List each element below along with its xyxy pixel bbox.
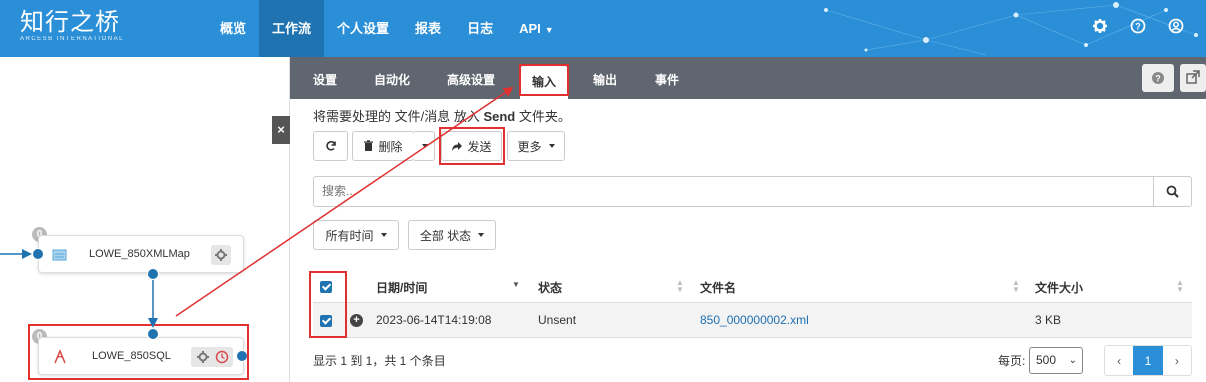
caret-down-icon — [380, 233, 387, 237]
column-header-status[interactable]: 状态 — [538, 279, 562, 296]
nav-item-overview[interactable]: 概览 — [207, 0, 259, 57]
cell-status: Unsent — [538, 313, 577, 327]
node-label: LOWE_850XMLMap — [89, 248, 190, 260]
node-settings-button[interactable] — [211, 245, 231, 265]
chevron-down-icon: ⌄ — [1068, 355, 1077, 366]
svg-text:?: ? — [1135, 22, 1141, 32]
column-header-filename[interactable]: 文件名 — [700, 279, 736, 296]
delete-button[interactable]: 删除 — [352, 131, 414, 161]
nav-item-label: 日志 — [467, 21, 494, 36]
table-summary: 显示 1 到 1，共 1 个条目 — [313, 354, 446, 368]
search-button[interactable] — [1153, 177, 1191, 206]
input-folder-hint: 将需要处理的 文件/消息 放入 Send 文件夹。 — [313, 106, 571, 125]
nav-item-label: 个人设置 — [337, 21, 390, 36]
node-output-port[interactable] — [147, 268, 159, 280]
caret-down-icon — [478, 233, 485, 237]
column-header-datetime[interactable]: 日期/时间 — [376, 279, 427, 296]
sort-icon[interactable]: ▲ ▼ — [676, 279, 684, 294]
workflow-node-xmlmap[interactable]: LOWE_850XMLMap — [38, 235, 244, 273]
caret-down-icon — [422, 144, 428, 148]
xml-map-icon — [52, 249, 67, 261]
close-panel-button[interactable]: × — [272, 116, 290, 144]
nav-item-label: 报表 — [415, 21, 442, 36]
nav-item-label: 工作流 — [272, 21, 312, 36]
cell-filesize: 3 KB — [1035, 313, 1062, 327]
expand-row-icon[interactable]: + — [350, 314, 363, 327]
delete-dropdown-toggle[interactable] — [413, 131, 435, 161]
prev-page-button[interactable]: ‹ — [1105, 346, 1133, 375]
gear-icon — [215, 249, 227, 261]
next-page-button[interactable]: › — [1163, 346, 1191, 375]
refresh-icon — [325, 141, 336, 151]
time-filter-label: 所有时间 — [325, 228, 374, 243]
status-filter-label: 全部 状态 — [419, 228, 472, 243]
cell-datetime: 2023-06-14T14:19:08 — [376, 313, 492, 327]
search-bar — [313, 176, 1192, 207]
table-row[interactable]: + 2023-06-14T14:19:08 Unsent 850_0000000… — [313, 303, 1192, 338]
nav-item-logs[interactable]: 日志 — [454, 0, 506, 57]
brand-name-en: ARCESB INTERNATIONAL — [20, 36, 124, 42]
refresh-button[interactable] — [313, 131, 348, 161]
user-icon[interactable] — [1168, 18, 1184, 34]
time-filter-dropdown[interactable]: 所有时间 — [313, 220, 399, 250]
nav-item-label: 概览 — [220, 21, 247, 36]
sort-desc-icon[interactable]: ▼ — [512, 281, 520, 289]
highlight-send-button — [439, 127, 505, 165]
nav-item-api[interactable]: API ▼ — [506, 0, 567, 57]
gear-icon[interactable] — [1092, 18, 1108, 34]
help-button[interactable]: ? — [1142, 64, 1174, 92]
help-icon: ? — [1152, 72, 1164, 84]
open-external-button[interactable] — [1180, 64, 1206, 92]
nav-item-personal-settings[interactable]: 个人设置 — [324, 0, 402, 57]
search-icon — [1166, 185, 1179, 198]
svg-text:?: ? — [1155, 74, 1161, 84]
hint-folder-name: Send — [483, 109, 516, 124]
caret-down-icon: ▼ — [544, 25, 554, 35]
tab-events[interactable]: 事件 — [655, 57, 679, 99]
delete-label: 删除 — [378, 139, 403, 154]
hint-prefix: 将需要处理的 文件/消息 放入 — [313, 109, 484, 124]
table-header: 日期/时间 ▼ 状态 ▲ ▼ 文件名 ▲ ▼ 文件大小 ▲ ▼ — [313, 270, 1192, 303]
column-header-filesize[interactable]: 文件大小 — [1035, 279, 1083, 296]
caret-down-icon — [548, 144, 555, 148]
cell-filename-link[interactable]: 850_000000002.xml — [700, 313, 809, 327]
nav-item-reports[interactable]: 报表 — [402, 0, 454, 57]
top-icons: ? — [1092, 18, 1184, 34]
trash-icon — [364, 140, 374, 151]
pagination: ‹ 1 › — [1104, 345, 1192, 376]
search-input[interactable] — [322, 184, 1142, 198]
brand-name-cn: 知行之桥 — [20, 8, 120, 36]
brand-logo[interactable]: 知行之桥 ARCESB INTERNATIONAL — [20, 9, 124, 42]
per-page-label: 每页: — [998, 354, 1026, 368]
tab-settings[interactable]: 设置 — [313, 57, 337, 99]
tab-automation[interactable]: 自动化 — [374, 57, 410, 99]
main-nav: 概览 工作流 个人设置 报表 日志 API ▼ — [207, 0, 567, 57]
sort-icon[interactable]: ▲ ▼ — [1012, 279, 1020, 294]
sort-icon[interactable]: ▲ ▼ — [1176, 279, 1184, 294]
nav-item-workflow[interactable]: 工作流 — [259, 0, 325, 57]
tab-advanced-settings[interactable]: 高级设置 — [447, 57, 495, 99]
tab-output[interactable]: 输出 — [593, 57, 617, 99]
nav-item-label: API — [519, 21, 541, 36]
per-page-value: 500 — [1036, 353, 1057, 367]
help-icon[interactable]: ? — [1130, 18, 1146, 34]
top-navigation-bar: 知行之桥 ARCESB INTERNATIONAL 概览 工作流 个人设置 报表… — [0, 0, 1206, 57]
more-button[interactable]: 更多 — [507, 131, 565, 161]
highlight-checkboxes — [309, 271, 347, 338]
per-page-select[interactable]: 500 ⌄ — [1029, 347, 1083, 374]
status-filter-dropdown[interactable]: 全部 状态 — [408, 220, 496, 250]
highlight-input-tab — [519, 64, 569, 96]
more-label: 更多 — [517, 139, 542, 154]
highlight-sql-node — [28, 324, 249, 380]
external-link-icon — [1186, 70, 1200, 84]
connector-tabs-bar: 设置 自动化 高级设置 输入 输出 事件 ? — [290, 57, 1206, 99]
page-1-button[interactable]: 1 — [1133, 346, 1163, 375]
node-input-port[interactable] — [32, 248, 44, 260]
hint-suffix: 文件夹。 — [515, 109, 571, 124]
